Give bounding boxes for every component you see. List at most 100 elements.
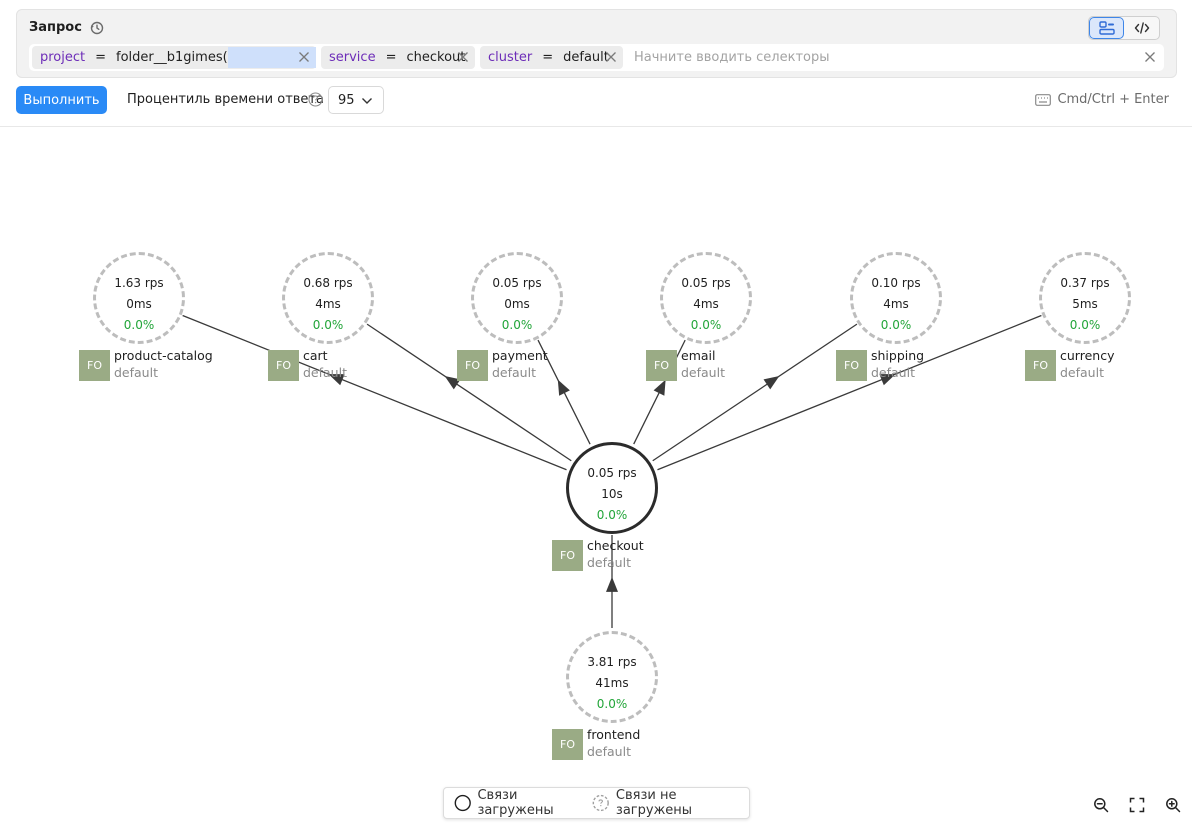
legend-item-loaded: Связи загружены	[454, 788, 582, 818]
service-graph: 1.63 rps 0ms 0.0% FO product-catalog def…	[0, 0, 1192, 828]
close-icon[interactable]	[298, 51, 310, 63]
selector-bar[interactable]: project = folder__b1gimes( service = che…	[29, 44, 1164, 71]
fullscreen-icon	[1129, 797, 1145, 813]
code-icon	[1134, 22, 1149, 34]
selector-chip-cluster[interactable]: cluster = default	[480, 46, 623, 69]
node-rps: 1.63 rps	[114, 276, 164, 290]
graph-node-checkout[interactable]: 0.05 rps 10s 0.0% FO checkout default	[552, 442, 746, 582]
node-latency: 4ms	[883, 297, 909, 311]
node-name: checkout	[587, 538, 644, 553]
selector-chip-project[interactable]: project = folder__b1gimes(	[32, 46, 316, 69]
node-badge: FO	[1025, 350, 1056, 381]
zoom-out-icon	[1094, 798, 1109, 813]
node-badge: FO	[552, 729, 583, 760]
graph-node-currency[interactable]: 0.37 rps 5ms 0.0% FO currency default	[1025, 252, 1192, 392]
keyboard-icon	[1035, 93, 1052, 106]
node-error-rate: 0.0%	[596, 508, 628, 522]
node-error-rate: 0.0%	[690, 318, 722, 332]
query-panel: Запрос project = folder__b1gimes( servic…	[16, 9, 1177, 78]
node-namespace: default	[871, 365, 915, 380]
shortcut-text: Cmd/Ctrl + Enter	[1057, 92, 1169, 107]
code-view-button[interactable]	[1124, 17, 1159, 39]
node-namespace: default	[303, 365, 347, 380]
node-latency: 0ms	[126, 297, 152, 311]
selector-input-placeholder[interactable]: Начните вводить селекторы	[634, 50, 830, 65]
node-latency: 41ms	[595, 676, 629, 690]
solid-circle-icon	[454, 794, 471, 812]
builder-view-button[interactable]	[1089, 17, 1124, 39]
legend-loaded-label: Связи загружены	[477, 788, 554, 818]
graph-legend: Связи загружены Связи не загружены	[443, 787, 750, 819]
node-rps: 0.05 rps	[681, 276, 731, 290]
run-button[interactable]: Выполнить	[16, 86, 107, 114]
graph-node-product-catalog[interactable]: 1.63 rps 0ms 0.0% FO product-catalog def…	[79, 252, 273, 392]
chevron-down-icon	[362, 98, 372, 104]
node-badge: FO	[836, 350, 867, 381]
node-error-rate: 0.0%	[312, 318, 344, 332]
close-icon[interactable]	[457, 51, 469, 63]
graph-node-payment[interactable]: 0.05 rps 0ms 0.0% FO payment default	[457, 252, 651, 392]
chip-operator: =	[542, 50, 554, 65]
clear-all-icon[interactable]	[1144, 51, 1156, 63]
node-namespace: default	[1060, 365, 1104, 380]
node-error-rate: 0.0%	[501, 318, 533, 332]
zoom-out-button[interactable]	[1087, 792, 1115, 818]
fit-screen-button[interactable]	[1123, 792, 1151, 818]
chip-key: service	[329, 50, 376, 65]
history-icon[interactable]	[89, 20, 105, 36]
node-latency: 4ms	[693, 297, 719, 311]
view-toggle	[1088, 16, 1160, 40]
node-rps: 0.37 rps	[1060, 276, 1110, 290]
node-badge: FO	[457, 350, 488, 381]
node-badge: FO	[79, 350, 110, 381]
percentile-select[interactable]: 95	[328, 86, 384, 114]
node-badge: FO	[268, 350, 299, 381]
help-icon[interactable]	[308, 92, 323, 107]
node-rps: 0.05 rps	[587, 466, 637, 480]
percentile-label: Процентиль времени ответа	[127, 92, 324, 107]
shortcut-hint: Cmd/Ctrl + Enter	[1035, 92, 1169, 107]
node-badge: FO	[646, 350, 677, 381]
node-rps: 0.10 rps	[871, 276, 921, 290]
node-namespace: default	[492, 365, 536, 380]
chip-key: project	[40, 50, 86, 65]
node-name: currency	[1060, 348, 1115, 363]
zoom-in-icon	[1166, 798, 1181, 813]
graph-node-shipping[interactable]: 0.10 rps 4ms 0.0% FO shipping default	[836, 252, 1030, 392]
chip-operator: =	[385, 50, 397, 65]
divider	[0, 126, 1192, 127]
node-namespace: default	[587, 555, 631, 570]
close-icon[interactable]	[605, 51, 617, 63]
node-latency: 0ms	[504, 297, 530, 311]
node-error-rate: 0.0%	[1069, 318, 1101, 332]
node-namespace: default	[681, 365, 725, 380]
node-name: shipping	[871, 348, 925, 363]
chip-value: folder__b1gimes(	[116, 50, 228, 65]
selector-chip-service[interactable]: service = checkout	[321, 46, 475, 69]
node-latency: 4ms	[315, 297, 341, 311]
legend-not-loaded-label: Связи не загружены	[615, 788, 693, 818]
graph-node-cart[interactable]: 0.68 rps 4ms 0.0% FO cart default	[268, 252, 462, 392]
node-namespace: default	[587, 744, 631, 759]
node-badge: FO	[552, 540, 583, 571]
graph-node-email[interactable]: 0.05 rps 4ms 0.0% FO email default	[646, 252, 840, 392]
chip-operator: =	[95, 50, 107, 65]
node-rps: 0.05 rps	[492, 276, 542, 290]
node-name: product-catalog	[114, 348, 213, 363]
zoom-in-button[interactable]	[1159, 792, 1187, 818]
node-error-rate: 0.0%	[880, 318, 912, 332]
node-latency: 5ms	[1072, 297, 1098, 311]
node-latency: 10s	[601, 487, 623, 501]
node-namespace: default	[114, 365, 158, 380]
node-rps: 0.68 rps	[303, 276, 353, 290]
graph-node-frontend[interactable]: 3.81 rps 41ms 0.0% FO frontend default	[552, 631, 746, 771]
node-error-rate: 0.0%	[596, 697, 628, 711]
query-title: Запрос	[29, 20, 82, 35]
node-name: cart	[303, 348, 328, 363]
dashed-circle-icon	[593, 794, 610, 812]
node-name: payment	[492, 348, 548, 363]
chip-key: cluster	[488, 50, 533, 65]
builder-icon	[1098, 21, 1115, 35]
percentile-value: 95	[338, 92, 355, 108]
legend-item-not-loaded: Связи не загружены	[592, 788, 739, 818]
